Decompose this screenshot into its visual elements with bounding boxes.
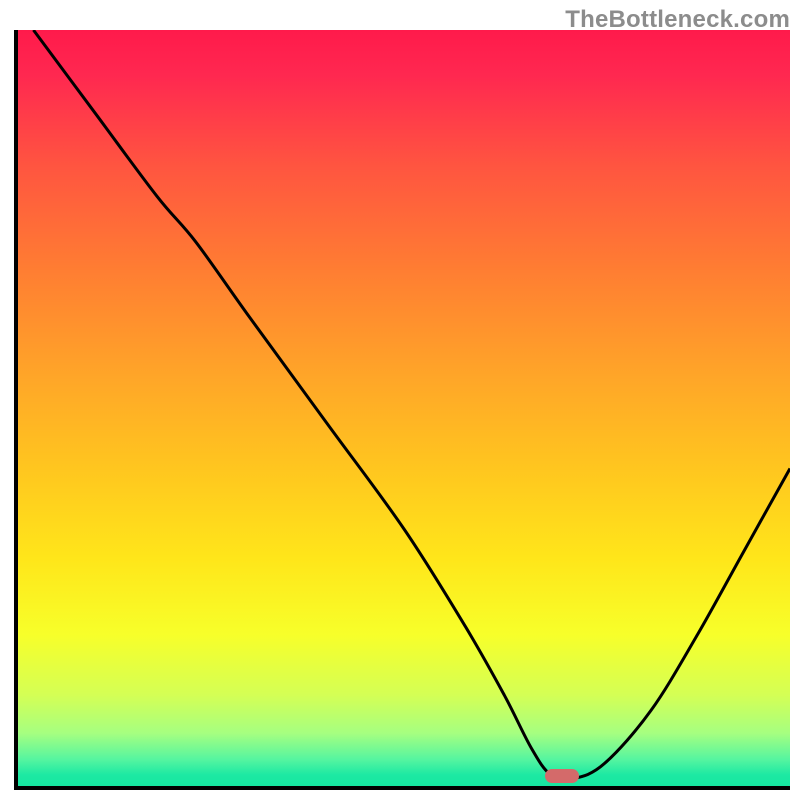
bottleneck-curve [18,30,790,786]
chart-container: TheBottleneck.com [0,0,800,800]
plot-area [14,30,790,790]
optimal-marker [545,769,579,783]
curve-path [33,30,790,779]
